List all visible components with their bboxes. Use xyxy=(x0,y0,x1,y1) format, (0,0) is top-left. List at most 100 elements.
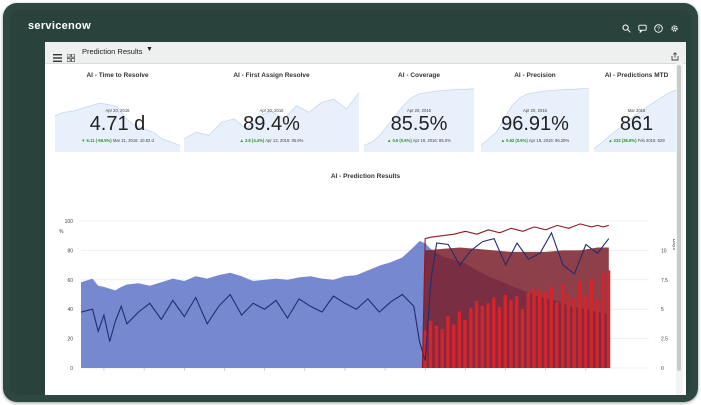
kpi-compare: Feb 2016: 629 xyxy=(637,138,665,143)
bar-predictions-made xyxy=(537,290,542,368)
kpi-compare: Apr 19, 2016: 85.0% xyxy=(412,138,451,143)
grid-icon[interactable] xyxy=(66,49,76,63)
kpi-change-value: 6.11 (-56.5%) xyxy=(86,138,112,143)
dashboard-title[interactable]: Prediction Results xyxy=(82,47,142,56)
bar-predictions-made xyxy=(446,316,450,368)
bar-predictions-made xyxy=(520,309,525,368)
kpi-tile[interactable]: AI - Time to Resolve Apr 20, 2016 4.71 d ▼ … xyxy=(55,64,180,162)
bar-predictions-made xyxy=(428,320,433,368)
bar-predictions-made xyxy=(492,297,496,368)
change-arrow-icon: ▼ xyxy=(81,138,86,143)
bar-predictions-made xyxy=(497,306,502,368)
dashboard-content: Prediction Results ▼ AI - Time to Resolv… xyxy=(45,42,686,395)
bar-predictions-made xyxy=(583,296,588,368)
kpi-tile[interactable]: AI - First Assign Resolve Apr 20, 2016 89.… xyxy=(184,64,359,162)
servicenow-logo[interactable]: servicenow xyxy=(28,20,91,32)
y2-tick-label: 10 xyxy=(661,248,667,254)
kpi-value: 4.71 d xyxy=(89,113,146,135)
kpi-change-value: 0.5 (0.6%) xyxy=(392,138,412,143)
y2-axis-label: Days xyxy=(671,239,675,251)
chat-icon[interactable] xyxy=(638,20,647,34)
kpi-title: AI - Time to Resolve xyxy=(86,72,149,79)
bar-predictions-made xyxy=(543,291,548,368)
share-icon[interactable] xyxy=(671,48,679,61)
bar-predictions-made xyxy=(434,325,439,368)
change-arrow-icon: ▲ xyxy=(500,138,505,143)
bar-predictions-made xyxy=(532,289,536,368)
bar-predictions-made xyxy=(578,280,582,368)
y-tick-label: 0 xyxy=(70,366,73,372)
y2-tick-label: 5 xyxy=(661,307,664,313)
bar-predictions-made xyxy=(606,270,611,368)
kpi-title: AI - Predictions MTD xyxy=(604,72,669,79)
change-arrow-icon: ▲ xyxy=(239,138,244,143)
top-bar: servicenow ? xyxy=(10,10,691,42)
bar-predictions-made xyxy=(549,286,553,368)
change-arrow-icon: ▲ xyxy=(387,138,392,143)
bar-predictions-made xyxy=(463,319,467,368)
kpi-change: ▼ 6.11 (-56.5%) Mar 21, 2016: 10.82 d xyxy=(55,138,180,143)
kpi-change: ▲ 3.8 (4.4%) Apr 13, 2016: 85.6% xyxy=(184,138,359,143)
kpi-title: AI - Coverage xyxy=(398,72,440,79)
bar-predictions-made xyxy=(555,302,559,368)
bar-predictions-made xyxy=(515,296,519,368)
bar-predictions-made xyxy=(566,293,571,368)
bar-predictions-made xyxy=(526,292,530,368)
bar-predictions-made xyxy=(503,295,507,368)
scrollbar-thumb[interactable] xyxy=(677,65,681,371)
kpi-compare: Mar 21, 2016: 10.82 d xyxy=(112,138,154,143)
bar-predictions-made xyxy=(469,308,473,368)
kpi-compare: Apr 19, 2016: 96.29% xyxy=(528,138,570,143)
bar-predictions-made xyxy=(589,278,594,368)
bar-predictions-made xyxy=(480,305,485,368)
kpi-change-value: 3.8 (4.4%) xyxy=(244,138,265,143)
kpi-tile[interactable]: AI - Coverage Apr 20, 2016 85.5% ▲ 0.5 (0.6… xyxy=(364,64,474,162)
kpi-change-value: 0.62 (0.6%) xyxy=(506,138,528,143)
bar-predictions-made xyxy=(572,298,576,368)
y2-tick-label: 0 xyxy=(661,366,664,372)
y-axis-label: % xyxy=(59,229,64,235)
kpi-value: 861 xyxy=(619,113,654,135)
help-icon[interactable]: ? xyxy=(654,20,663,33)
chevron-down-icon[interactable]: ▼ xyxy=(146,46,153,53)
y-tick-label: 40 xyxy=(67,307,73,313)
y-tick-label: 60 xyxy=(67,278,73,284)
dashboard-toolbar: Prediction Results ▼ xyxy=(45,42,686,64)
kpi-tile[interactable]: AI - Predictions MTD Mar 2016 861 ▲ 232 (36… xyxy=(594,64,679,162)
gear-icon[interactable] xyxy=(670,20,679,32)
change-arrow-icon: ▲ xyxy=(608,138,613,143)
bar-predictions-made xyxy=(457,311,462,368)
kpi-value: 85.5% xyxy=(390,113,448,135)
kpi-change: ▲ 0.62 (0.6%) Apr 19, 2016: 96.29% xyxy=(481,138,589,143)
svg-text:?: ? xyxy=(657,27,660,33)
bar-predictions-made xyxy=(560,283,565,368)
search-icon[interactable] xyxy=(622,20,631,33)
kpi-change: ▲ 232 (36.8%) Feb 2016: 629 xyxy=(594,138,679,143)
kpi-tile[interactable]: AI - Precision Apr 20, 2016 96.91% ▲ 0.62 (… xyxy=(481,64,589,162)
vertical-scrollbar[interactable] xyxy=(676,63,683,395)
bar-predictions-made xyxy=(451,324,456,368)
prediction-results-chart: 02040608010002.557.510%Days25. Jan1. Feb… xyxy=(59,219,675,372)
bar-predictions-made xyxy=(474,300,479,368)
chart-title: AI - Prediction Results xyxy=(330,173,401,180)
kpi-value: 96.91% xyxy=(501,113,569,135)
bar-predictions-made xyxy=(486,303,490,368)
y-tick-label: 100 xyxy=(65,219,74,225)
bar-predictions-made xyxy=(440,329,444,368)
kpi-change: ▲ 0.5 (0.6%) Apr 19, 2016: 85.0% xyxy=(364,138,474,143)
bar-predictions-made xyxy=(601,272,605,368)
kpi-title: AI - Precision xyxy=(514,72,556,79)
app-window: servicenow ? Prediction Results ▼ AI - T… xyxy=(10,10,691,395)
y2-tick-label: 7.5 xyxy=(661,278,668,284)
bar-predictions-made xyxy=(509,299,513,368)
kpi-title: AI - First Assign Resolve xyxy=(233,72,310,79)
app-frame: servicenow ? Prediction Results ▼ AI - T… xyxy=(3,3,698,402)
kpi-change-value: 232 (36.8%) xyxy=(613,138,637,143)
bar-predictions-made xyxy=(595,299,599,368)
y-tick-label: 20 xyxy=(67,337,73,343)
kpi-compare: Apr 13, 2016: 85.6% xyxy=(265,138,304,143)
kpi-value: 89.4% xyxy=(243,113,300,135)
y2-tick-label: 2.5 xyxy=(661,337,668,343)
y-tick-label: 80 xyxy=(67,248,73,254)
menu-icon[interactable] xyxy=(53,49,62,62)
